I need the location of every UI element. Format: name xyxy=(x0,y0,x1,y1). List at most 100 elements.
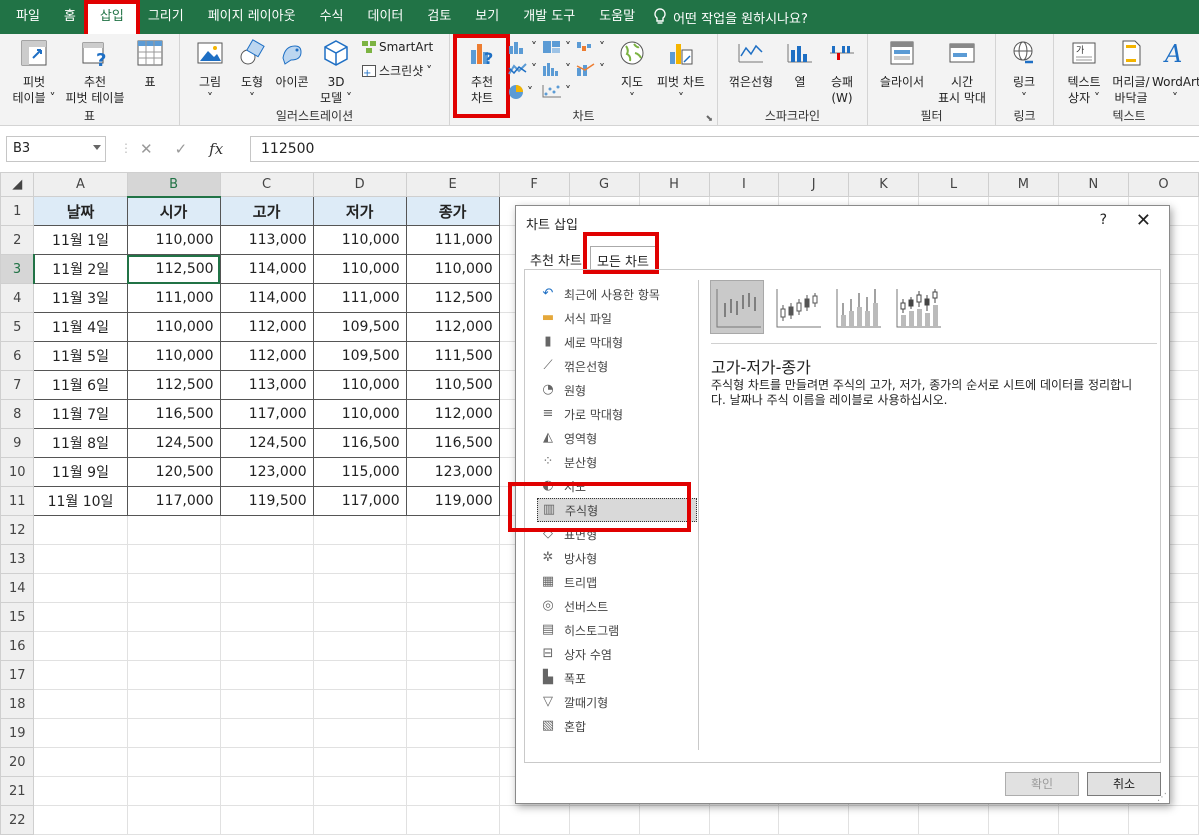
cell[interactable]: 112,000 xyxy=(405,399,500,429)
tab-draw[interactable]: 그리기 xyxy=(136,0,196,34)
cell[interactable] xyxy=(126,573,221,603)
row-header[interactable]: 6 xyxy=(0,341,35,371)
tab-page-layout[interactable]: 페이지 레이아웃 xyxy=(196,0,308,34)
chart-category-item[interactable]: ◔ 원형 xyxy=(537,378,697,402)
pivot-chart-button[interactable]: 피벗 차트 ˅ xyxy=(650,38,712,106)
cell[interactable] xyxy=(405,718,500,748)
row-header[interactable]: 18 xyxy=(0,689,35,719)
cell[interactable]: 124,500 xyxy=(219,428,314,458)
slicer-button[interactable]: 슬라이서 xyxy=(874,38,930,90)
row-header[interactable]: 7 xyxy=(0,370,35,400)
cell[interactable]: 112,500 xyxy=(405,283,500,313)
cell[interactable]: 112,500 xyxy=(126,370,221,400)
cell[interactable] xyxy=(219,689,314,719)
cell[interactable]: 110,000 xyxy=(126,341,221,371)
cell[interactable]: 시가 xyxy=(126,196,221,226)
pie-chart-button[interactable]: ˅ xyxy=(508,84,533,100)
cell[interactable] xyxy=(708,805,780,835)
chart-category-item[interactable]: ⊟ 상자 수염 xyxy=(537,642,697,666)
tell-me-box[interactable]: 어떤 작업을 원하시나요? xyxy=(653,8,808,27)
cell[interactable]: 109,500 xyxy=(312,341,407,371)
row-header[interactable]: 16 xyxy=(0,631,35,661)
cell[interactable] xyxy=(568,805,640,835)
tab-developer[interactable]: 개발 도구 xyxy=(511,0,587,34)
cell[interactable] xyxy=(987,805,1059,835)
cell[interactable] xyxy=(312,544,407,574)
cell[interactable] xyxy=(498,805,570,835)
cell[interactable] xyxy=(33,573,128,603)
chart-category-item[interactable]: ▧ 혼합 xyxy=(537,714,697,738)
sparkline-line-button[interactable]: 꺾은선형 xyxy=(724,38,778,90)
row-header[interactable]: 3 xyxy=(0,254,35,284)
hierarchy-chart-button[interactable]: ˅ xyxy=(542,40,571,54)
cell[interactable] xyxy=(33,718,128,748)
cell[interactable] xyxy=(405,573,500,603)
cell[interactable] xyxy=(126,747,221,777)
cell[interactable] xyxy=(33,747,128,777)
statistic-chart-button[interactable]: ˅ xyxy=(542,62,571,76)
column-header-o[interactable]: O xyxy=(1127,172,1199,197)
cell[interactable] xyxy=(126,776,221,806)
row-header[interactable]: 14 xyxy=(0,573,35,603)
cell[interactable]: 111,000 xyxy=(312,283,407,313)
column-header-e[interactable]: E xyxy=(405,172,500,197)
cell[interactable]: 11월 10일 xyxy=(33,486,128,516)
row-header[interactable]: 1 xyxy=(0,196,35,226)
cell[interactable] xyxy=(405,660,500,690)
cell[interactable] xyxy=(312,718,407,748)
chart-category-item[interactable]: ▮ 세로 막대형 xyxy=(537,330,697,354)
cell[interactable]: 116,500 xyxy=(126,399,221,429)
cell[interactable]: 123,000 xyxy=(219,457,314,487)
row-header[interactable]: 8 xyxy=(0,399,35,429)
table-button[interactable]: 표 xyxy=(132,38,168,90)
column-header-j[interactable]: J xyxy=(778,172,850,197)
cell[interactable]: 고가 xyxy=(219,196,314,226)
enter-check-icon[interactable]: ✓ xyxy=(175,140,188,158)
column-header-n[interactable]: N xyxy=(1057,172,1129,197)
cell[interactable] xyxy=(126,718,221,748)
cell[interactable] xyxy=(219,776,314,806)
chart-category-item[interactable]: ⁘ 분산형 xyxy=(537,450,697,474)
cell[interactable] xyxy=(405,515,500,545)
cell[interactable]: 11월 4일 xyxy=(33,312,128,342)
line-chart-button[interactable]: ˅ xyxy=(508,62,537,76)
sparkline-column-button[interactable]: 열 xyxy=(782,38,818,90)
subtype-open-high-low-close[interactable] xyxy=(770,280,824,334)
tab-review[interactable]: 검토 xyxy=(415,0,463,34)
chart-category-item[interactable]: ▽ 깔때기형 xyxy=(537,690,697,714)
column-header-l[interactable]: L xyxy=(918,172,989,197)
timeline-button[interactable]: 시간 표시 막대 xyxy=(932,38,992,106)
cell[interactable] xyxy=(219,805,314,835)
cell[interactable]: 111,500 xyxy=(405,341,500,371)
cell[interactable] xyxy=(33,515,128,545)
cell[interactable] xyxy=(918,805,989,835)
charts-dialog-launcher-icon[interactable]: ⬊ xyxy=(705,114,713,124)
cell[interactable]: 11월 6일 xyxy=(33,370,128,400)
cell[interactable] xyxy=(848,805,920,835)
screenshot-button[interactable]: + 스크린샷 ˅ xyxy=(362,62,432,79)
smartart-button[interactable]: SmartArt xyxy=(362,40,433,54)
cell[interactable] xyxy=(312,689,407,719)
column-header-g[interactable]: G xyxy=(568,172,640,197)
tab-help[interactable]: 도움말 xyxy=(587,0,647,34)
cell[interactable]: 112,000 xyxy=(219,341,314,371)
row-header[interactable]: 9 xyxy=(0,428,35,458)
cell[interactable] xyxy=(405,747,500,777)
cell[interactable]: 저가 xyxy=(312,196,407,226)
3d-model-button[interactable]: 3D 모델 ˅ xyxy=(316,38,356,106)
row-header[interactable]: 12 xyxy=(0,515,35,545)
cell[interactable]: 115,000 xyxy=(312,457,407,487)
chart-category-item[interactable]: ▙ 폭포 xyxy=(537,666,697,690)
wordart-button[interactable]: A WordArt ˅ xyxy=(1152,38,1199,106)
cell[interactable] xyxy=(405,602,500,632)
cell[interactable]: 113,000 xyxy=(219,370,314,400)
chart-category-item[interactable]: ◎ 선버스트 xyxy=(537,594,697,618)
cell[interactable]: 110,000 xyxy=(312,254,407,284)
cell[interactable] xyxy=(405,776,500,806)
formula-input[interactable]: 112500 xyxy=(250,136,1199,162)
cell[interactable]: 119,500 xyxy=(219,486,314,516)
maps-button[interactable]: 지도 ˅ xyxy=(614,38,650,106)
row-header[interactable]: 10 xyxy=(0,457,35,487)
combo-chart-button[interactable]: ˅ xyxy=(576,62,605,76)
cell[interactable]: 110,000 xyxy=(126,225,221,255)
